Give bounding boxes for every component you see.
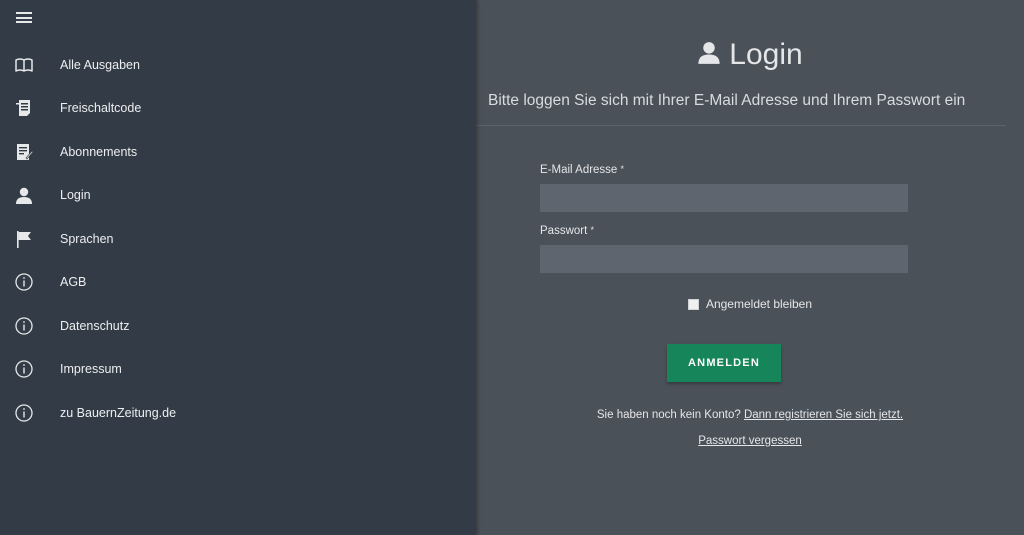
sidebar-item-alle-ausgaben[interactable]: Alle Ausgaben — [0, 43, 476, 87]
sidebar-item-abonnements[interactable]: Abonnements — [0, 130, 476, 174]
login-button[interactable]: ANMELDEN — [667, 344, 781, 382]
sidebar-item-sprachen[interactable]: Sprachen — [0, 217, 476, 261]
sidebar-item-datenschutz[interactable]: Datenschutz — [0, 304, 476, 348]
sidebar-item-label: Impressum — [60, 362, 122, 377]
sidebar-item-label: Abonnements — [60, 144, 138, 159]
sidebar-item-bauernzeitung[interactable]: zu BauernZeitung.de — [0, 391, 476, 435]
register-prompt: Sie haben noch kein Konto? Dann registri… — [476, 409, 1024, 421]
forgot-password-link[interactable]: Passwort vergessen — [698, 435, 802, 447]
divider — [476, 125, 1006, 126]
sidebar-item-label: AGB — [60, 275, 87, 290]
login-form: E-Mail Adresse * Passwort * — [540, 164, 908, 286]
sidebar-item-label: Alle Ausgaben — [60, 57, 140, 72]
forgot-password-row: Passwort vergessen — [476, 435, 1024, 447]
required-marker: * — [620, 164, 625, 174]
receipt-icon — [14, 98, 34, 118]
sidebar: Alle Ausgaben Freischaltcode Abonnements — [0, 0, 476, 535]
page-title: Login — [729, 38, 803, 71]
app: Alle Ausgaben Freischaltcode Abonnements — [0, 0, 1024, 535]
sidebar-item-freischaltcode[interactable]: Freischaltcode — [0, 87, 476, 131]
book-icon — [14, 55, 34, 75]
sidebar-item-label: Freischaltcode — [60, 101, 142, 116]
sidebar-item-label: zu BauernZeitung.de — [60, 405, 177, 420]
register-text: Sie haben noch kein Konto? — [596, 409, 741, 421]
sidebar-item-login[interactable]: Login — [0, 174, 476, 218]
required-marker: * — [590, 225, 595, 235]
sidebar-item-agb[interactable]: AGB — [0, 261, 476, 305]
user-icon — [14, 185, 34, 205]
hamburger-icon[interactable] — [16, 12, 32, 23]
sidebar-item-label: Datenschutz — [60, 318, 130, 333]
page-title-row: Login — [476, 38, 1024, 72]
info-icon — [14, 403, 34, 423]
remember-me-row: Angemeldet bleiben — [476, 297, 1024, 311]
sidebar-item-label: Login — [60, 188, 91, 203]
info-icon — [14, 359, 34, 379]
document-edit-icon — [14, 142, 34, 162]
remember-me-checkbox[interactable] — [687, 298, 699, 310]
login-panel: Login Bitte loggen Sie sich mit Ihrer E-… — [476, 0, 1024, 535]
sidebar-item-impressum[interactable]: Impressum — [0, 348, 476, 392]
register-link[interactable]: Dann registrieren Sie sich jetzt. — [744, 409, 903, 421]
user-icon — [697, 41, 721, 69]
info-icon — [14, 316, 34, 336]
email-field[interactable] — [540, 184, 908, 212]
info-icon — [14, 272, 34, 292]
sidebar-nav: Alle Ausgaben Freischaltcode Abonnements — [0, 43, 476, 435]
password-field[interactable] — [540, 245, 908, 273]
remember-me-label[interactable]: Angemeldet bleiben — [706, 297, 812, 311]
password-label: Passwort * — [540, 225, 595, 237]
email-label: E-Mail Adresse * — [540, 164, 625, 176]
sidebar-item-label: Sprachen — [60, 231, 114, 246]
flag-icon — [14, 229, 34, 249]
page-subtitle: Bitte loggen Sie sich mit Ihrer E-Mail A… — [488, 92, 966, 109]
